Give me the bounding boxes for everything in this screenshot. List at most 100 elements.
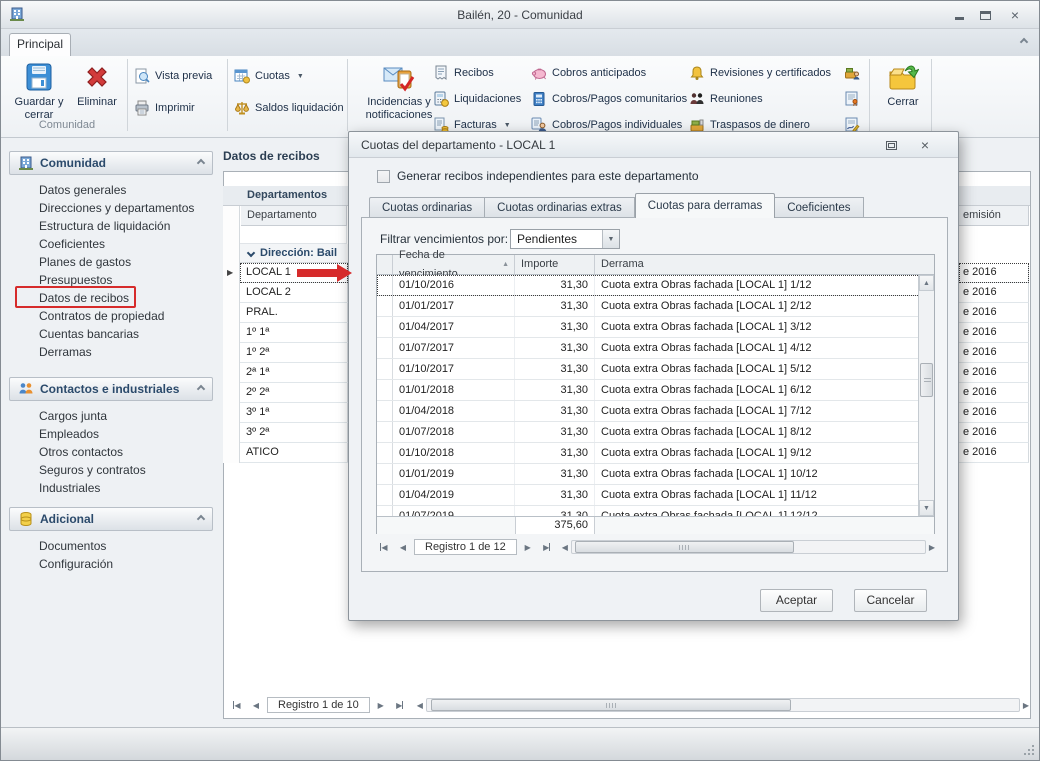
close-button[interactable]: × — [1005, 7, 1025, 23]
table-row[interactable]: 01/01/2017 31,30 Cuota extra Obras facha… — [377, 296, 920, 317]
hscroll-right-arrow[interactable]: ▶ — [1023, 701, 1029, 710]
sidebar-item[interactable]: Contratos de propiedad — [9, 307, 213, 325]
vista-previa-button[interactable]: Vista previa — [134, 66, 212, 86]
hscroll-left-arrow[interactable]: ◀ — [417, 701, 423, 710]
nav-prev-button[interactable]: ◀ — [248, 698, 264, 712]
sidebar-item[interactable]: Configuración — [9, 555, 213, 573]
department-row[interactable]: 2ª 1ª — [240, 363, 348, 383]
ribbon-collapse-icon[interactable] — [1020, 38, 1028, 46]
column-header-emision[interactable]: emisión — [959, 206, 1029, 226]
minimize-button[interactable] — [949, 7, 969, 23]
table-row[interactable]: 01/01/2019 31,30 Cuota extra Obras facha… — [377, 464, 920, 485]
hscroll-right-arrow[interactable]: ▶ — [929, 543, 935, 552]
table-row[interactable]: 01/07/2017 31,30 Cuota extra Obras facha… — [377, 338, 920, 359]
nav-first-button[interactable]: ◀ — [229, 698, 245, 712]
scrollbar-thumb[interactable] — [575, 541, 794, 553]
sidebar-item[interactable]: Otros contactos — [9, 443, 213, 461]
sidebar-item[interactable]: Planes de gastos — [9, 253, 213, 271]
sidebar-section-contactos[interactable]: Contactos e industriales — [9, 377, 213, 401]
department-row[interactable]: PRAL. — [240, 303, 348, 323]
table-row[interactable]: 01/10/2016 31,30 Cuota extra Obras facha… — [377, 275, 920, 296]
column-header-departamento[interactable]: Departamento — [241, 206, 347, 226]
department-row[interactable]: 1º 2ª — [240, 343, 348, 363]
table-row[interactable]: 01/04/2019 31,30 Cuota extra Obras facha… — [377, 485, 920, 506]
sidebar-section-comunidad[interactable]: Comunidad — [9, 151, 213, 175]
department-row[interactable]: 1º 1ª — [240, 323, 348, 343]
sidebar-item[interactable]: Estructura de liquidación — [9, 217, 213, 235]
table-row[interactable]: 01/01/2018 31,30 Cuota extra Obras facha… — [377, 380, 920, 401]
table-row[interactable]: 01/10/2017 31,30 Cuota extra Obras facha… — [377, 359, 920, 380]
sidebar-item[interactable]: Derramas — [9, 343, 213, 361]
column-header-fecha[interactable]: Fecha de vencimiento ▲ — [393, 255, 515, 274]
table-row[interactable]: 01/07/2019 31,30 Cuota extra Obras facha… — [377, 506, 920, 516]
column-header-derrama[interactable]: Derrama — [595, 255, 934, 274]
sidebar-item[interactable]: Industriales — [9, 479, 213, 497]
guardar-button[interactable]: Guardar y cerrar — [11, 59, 67, 121]
traspaso-persona-icon-button[interactable] — [844, 63, 860, 83]
department-row[interactable]: 3º 1ª — [240, 403, 348, 423]
column-header-importe[interactable]: Importe — [515, 255, 595, 274]
recibos-button[interactable]: Recibos — [433, 63, 494, 83]
certificado-icon-button[interactable] — [844, 89, 860, 109]
vertical-scrollbar[interactable]: ▲ ▼ — [918, 275, 934, 516]
liquidaciones-button[interactable]: Liquidaciones — [433, 89, 521, 109]
sidebar-item[interactable]: Direcciones y departamentos — [9, 199, 213, 217]
nav-last-button[interactable]: ▶ — [539, 540, 555, 554]
dialog-tab[interactable]: Cuotas ordinarias extras — [485, 197, 635, 218]
department-row[interactable]: 2º 2ª — [240, 383, 348, 403]
department-row[interactable]: 3º 2ª — [240, 423, 348, 443]
dialog-tab[interactable]: Cuotas para derramas — [635, 193, 775, 218]
saldos-button[interactable]: Saldos liquidación — [234, 98, 344, 118]
filter-dropdown[interactable]: Pendientes ▼ — [510, 229, 620, 249]
nav-last-button[interactable]: ▶ — [392, 698, 408, 712]
dialog-maximize-button[interactable] — [880, 137, 902, 153]
grid-group-row[interactable]: Dirección: Bail — [240, 244, 348, 263]
sidebar-item[interactable]: Datos generales — [9, 181, 213, 199]
checkbox[interactable] — [377, 170, 390, 183]
aceptar-button[interactable]: Aceptar — [760, 589, 833, 612]
dropdown-button[interactable]: ▼ — [602, 230, 619, 248]
sidebar-item[interactable]: Documentos — [9, 537, 213, 555]
dialog-close-button[interactable]: × — [914, 137, 936, 153]
tab-principal[interactable]: Principal — [9, 33, 71, 56]
sidebar-item[interactable]: Coeficientes — [9, 235, 213, 253]
sidebar-item[interactable]: Cargos junta — [9, 407, 213, 425]
imprimir-button[interactable]: Imprimir — [134, 98, 195, 118]
record-counter: Registro 1 de 10 — [267, 697, 370, 713]
department-row[interactable]: ATICO — [240, 443, 348, 463]
nav-prev-button[interactable]: ◀ — [395, 540, 411, 554]
nav-next-button[interactable]: ▶ — [373, 698, 389, 712]
vscroll-up-arrow[interactable]: ▲ — [919, 275, 934, 291]
nav-first-button[interactable]: ◀ — [376, 540, 392, 554]
incidencias-button[interactable]: Incidencias y notificaciones — [353, 59, 445, 121]
table-row[interactable]: 01/04/2017 31,30 Cuota extra Obras facha… — [377, 317, 920, 338]
horizontal-scrollbar[interactable] — [426, 698, 1020, 712]
vscrollbar-thumb[interactable] — [920, 363, 933, 397]
dialog-tab[interactable]: Coeficientes — [775, 197, 863, 218]
sidebar-item[interactable]: Cuentas bancarias — [9, 325, 213, 343]
sidebar-section-adicional[interactable]: Adicional — [9, 507, 213, 531]
maximize-button[interactable] — [975, 7, 995, 23]
cuotas-button[interactable]: Cuotas ▼ — [234, 66, 304, 86]
dialog-tab[interactable]: Cuotas ordinarias — [369, 197, 485, 218]
hscroll-left-arrow[interactable]: ◀ — [562, 543, 568, 552]
grid-filter-row[interactable] — [240, 226, 347, 244]
eliminar-button[interactable]: Eliminar — [69, 59, 125, 121]
sidebar-item[interactable]: Seguros y contratos — [9, 461, 213, 479]
department-row[interactable]: LOCAL 2 — [240, 283, 348, 303]
cancelar-button[interactable]: Cancelar — [854, 589, 927, 612]
cobros-anticipados-button[interactable]: Cobros anticipados — [531, 63, 646, 83]
table-row[interactable]: 01/07/2018 31,30 Cuota extra Obras facha… — [377, 422, 920, 443]
vscroll-down-arrow[interactable]: ▼ — [919, 500, 934, 516]
table-row[interactable]: 01/10/2018 31,30 Cuota extra Obras facha… — [377, 443, 920, 464]
horizontal-scrollbar[interactable] — [571, 540, 926, 554]
cobros-comunitarios-button[interactable]: Cobros/Pagos comunitarios — [531, 89, 687, 109]
reuniones-button[interactable]: Reuniones — [689, 89, 763, 109]
revisiones-button[interactable]: Revisiones y certificados — [689, 63, 831, 83]
scrollbar-thumb[interactable] — [431, 699, 791, 711]
table-row[interactable]: 01/04/2018 31,30 Cuota extra Obras facha… — [377, 401, 920, 422]
sidebar-item[interactable]: Empleados — [9, 425, 213, 443]
cerrar-button[interactable]: Cerrar — [875, 59, 931, 121]
resize-grip-icon[interactable] — [1024, 745, 1034, 755]
nav-next-button[interactable]: ▶ — [520, 540, 536, 554]
